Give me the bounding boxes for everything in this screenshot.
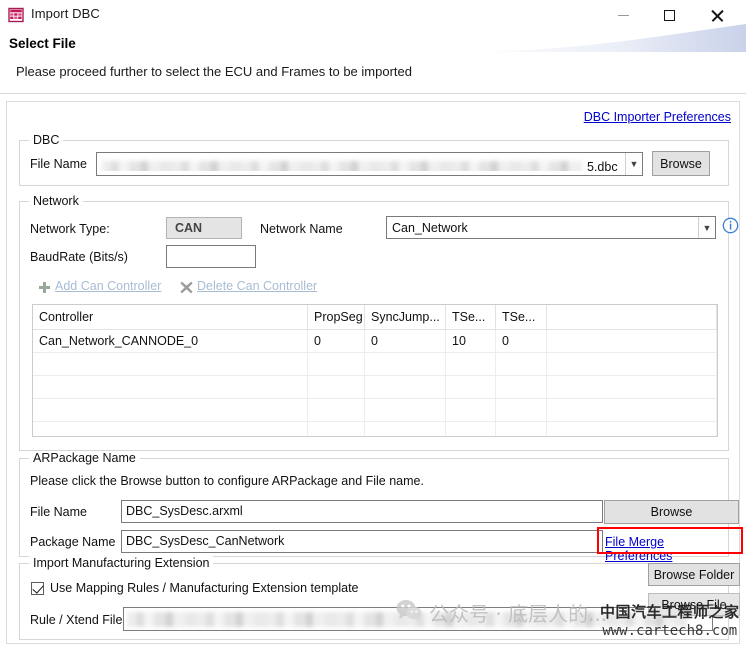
cell-empty [33,399,308,421]
main-panel: DBC Importer Preferences DBC File Name 5… [6,101,743,644]
browse-file-button[interactable]: Browse File [648,593,740,616]
arpackage-file-name-input[interactable]: DBC_SysDesc.arxml [121,500,603,523]
info-icon[interactable] [722,217,739,237]
cell-controller: Can_Network_CANNODE_0 [33,330,308,352]
cell-empty [365,422,446,436]
network-name-label: Network Name [260,222,343,236]
close-icon [711,9,724,22]
column-header-tseg1[interactable]: TSe... [446,305,496,329]
arpackage-group: ARPackage Name Please click the Browse b… [19,451,743,563]
arpackage-hint: Please click the Browse button to config… [30,474,424,488]
network-name-value: Can_Network [392,220,468,235]
column-header-syncjump[interactable]: SyncJump... [365,305,446,329]
page-subtitle: Please proceed further to select the ECU… [16,64,412,79]
browse-folder-button[interactable]: Browse Folder [648,563,740,586]
cell-empty [547,353,717,375]
network-type-value: CAN [166,217,242,239]
rule-xtend-file-input[interactable] [123,607,713,631]
network-type-label: Network Type: [30,222,110,236]
dbc-file-name-value: 5.dbc [97,157,625,171]
cell-empty [547,376,717,398]
dbc-file-name-combo[interactable]: 5.dbc ▼ [96,152,643,176]
title-bar: Import DBC [0,0,746,30]
cell-empty [496,422,547,436]
header-separator [0,93,746,94]
arpackage-group-label: ARPackage Name [29,451,140,465]
cell-empty [446,399,496,421]
arpackage-package-name-input[interactable]: DBC_SysDesc_CanNetwork [121,530,603,553]
cell-empty [365,376,446,398]
x-icon[interactable] [180,281,193,297]
import-dbc-window: Import DBC Select File Please proceed fu… [0,0,746,650]
table-row-empty[interactable] [33,376,717,399]
dbc-file-name-label: File Name [30,157,87,171]
table-row-empty[interactable] [33,353,717,376]
rule-xtend-file-label: Rule / Xtend File : [30,613,130,627]
dbc-group: DBC File Name 5.dbc ▼ Browse [19,133,729,186]
cell-empty [496,376,547,398]
column-header-spacer [547,305,717,329]
chevron-down-icon[interactable]: ▼ [625,153,642,175]
arpackage-file-name-label: File Name [30,505,87,519]
cell-empty [496,399,547,421]
table-row[interactable]: Can_Network_CANNODE_0 0 0 10 0 [33,330,717,353]
cell-empty [308,353,365,375]
baudrate-label: BaudRate (Bits/s) [30,250,128,264]
dbc-browse-button[interactable]: Browse [652,151,710,176]
cell-syncjump: 0 [365,330,446,352]
cell-empty [308,376,365,398]
maximize-icon [663,9,675,21]
rule-xtend-file-redaction [127,612,687,627]
import-dbc-icon [8,7,24,23]
cell-empty [496,353,547,375]
manufacturing-group-label: Import Manufacturing Extension [29,556,214,570]
cell-empty [547,399,717,421]
arpackage-package-name-label: Package Name [30,535,116,549]
file-merge-preferences-link[interactable]: File Merge Preferences [605,535,728,563]
arpackage-browse-button[interactable]: Browse [604,500,739,524]
column-header-propseg[interactable]: PropSeg [308,305,365,329]
network-group: Network Network Type: CAN Network Name C… [19,194,739,451]
controller-table[interactable]: Controller PropSeg SyncJump... TSe... TS… [32,304,718,437]
minimize-button[interactable] [600,0,646,30]
table-header-row: Controller PropSeg SyncJump... TSe... TS… [33,305,717,330]
dbc-group-label: DBC [29,133,64,147]
table-row-empty[interactable] [33,422,717,436]
cell-empty [308,422,365,436]
window-title: Import DBC [31,6,100,21]
dbc-importer-preferences-link[interactable]: DBC Importer Preferences [584,110,731,124]
network-name-combo[interactable]: Can_Network ▼ [386,216,716,239]
cell-tseg1: 10 [446,330,496,352]
table-row-empty[interactable] [33,399,717,422]
minimize-icon [617,14,629,16]
use-mapping-rules-label: Use Mapping Rules / Manufacturing Extens… [50,581,359,595]
cell-empty [33,422,308,436]
baudrate-input[interactable] [166,245,256,268]
chevron-down-icon[interactable]: ▼ [698,217,715,238]
plus-icon[interactable] [38,281,51,297]
cell-empty [547,422,717,436]
network-group-label: Network [29,194,83,208]
cell-empty [365,353,446,375]
cell-empty [33,353,308,375]
column-header-controller[interactable]: Controller [33,305,308,329]
cell-empty [446,353,496,375]
dbc-file-name-redaction [102,161,582,171]
cell-propseg: 0 [308,330,365,352]
cell-empty [33,376,308,398]
delete-can-controller-link[interactable]: Delete Can Controller [197,279,317,293]
maximize-button[interactable] [646,0,692,30]
close-button[interactable] [694,0,740,30]
column-header-tseg2[interactable]: TSe... [496,305,547,329]
cell-empty [446,422,496,436]
cell-empty [446,376,496,398]
use-mapping-rules-checkbox[interactable] [31,582,44,595]
cell-tseg2: 0 [496,330,547,352]
cell-empty [365,399,446,421]
cell-empty [308,399,365,421]
manufacturing-extension-group: Import Manufacturing Extension Use Mappi… [19,556,740,640]
cell-spacer [547,330,717,352]
page-title: Select File [9,36,76,51]
add-can-controller-link[interactable]: Add Can Controller [55,279,161,293]
